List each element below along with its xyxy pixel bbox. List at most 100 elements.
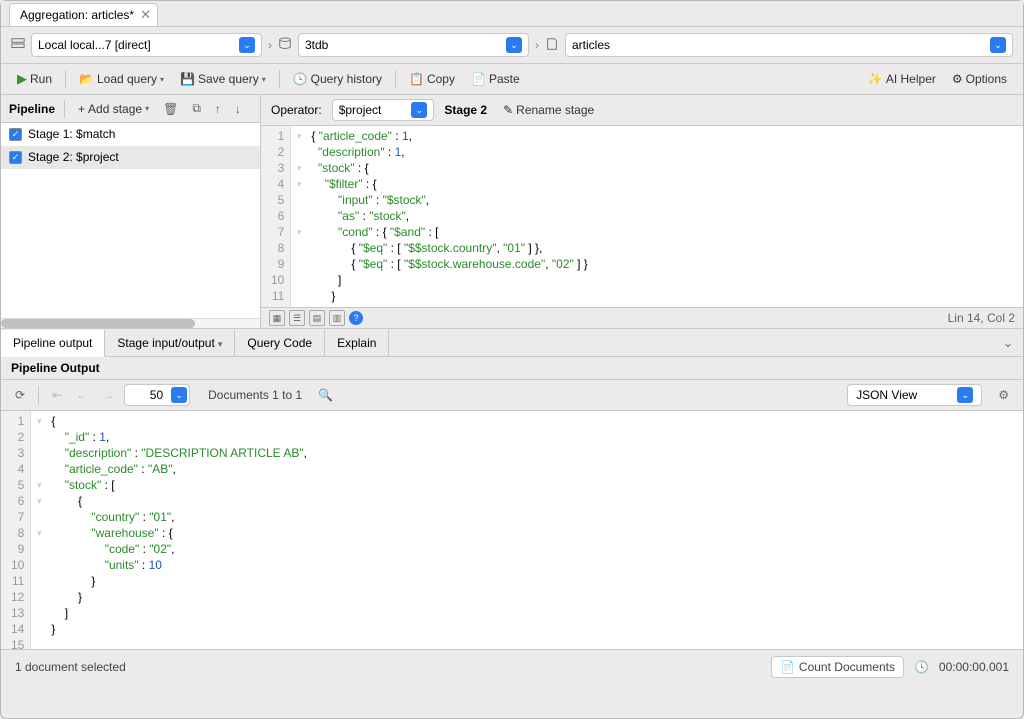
fold-column: ▾▾▾▾ <box>31 411 47 649</box>
tab-query-code[interactable]: Query Code <box>235 330 325 356</box>
view-mode-icon[interactable]: ☰ <box>289 310 305 326</box>
stage-title: Stage 2 <box>444 103 487 117</box>
fold-column: ▾▾▾▾ <box>291 126 307 307</box>
stage-editor: Operator: $project ⌄ Stage 2 ✎ Rename st… <box>261 95 1023 328</box>
execution-time: 00:00:00.001 <box>939 660 1009 674</box>
move-down-icon[interactable]: ↓ <box>231 100 245 118</box>
collapse-icon[interactable]: ⌄ <box>993 332 1023 354</box>
status-bar: 1 document selected 📄 Count Documents 🕓 … <box>1 649 1023 684</box>
stage-list: ✓ Stage 1: $match ✓ Stage 2: $project <box>1 123 260 318</box>
checkbox-icon[interactable]: ✓ <box>9 128 22 141</box>
stage-label: Stage 2: $project <box>28 150 119 164</box>
main-toolbar: ▶ Run 📂 Load query ▾ 💾 Save query ▾ 🕓 Qu… <box>1 64 1023 95</box>
next-page-icon[interactable]: → <box>98 386 118 404</box>
view-select[interactable]: JSON View ⌄ <box>847 384 982 406</box>
prev-page-icon[interactable]: ← <box>72 386 92 404</box>
connection-label: Local local...7 [direct] <box>38 38 151 52</box>
main-split: Pipeline + Add stage ▾ 🗑 ⧉ ↑ ↓ ✓ Stage 1… <box>1 95 1023 329</box>
checkbox-icon[interactable]: ✓ <box>9 151 22 164</box>
breadcrumb: Local local...7 [direct] ⌄ › 3tdb ⌄ › ar… <box>1 27 1023 64</box>
output-toolbar: ⟳ ⇤ ← → ⌄ Documents 1 to 1 🔍 JSON View ⌄… <box>1 380 1023 411</box>
view-mode-icon[interactable]: ▤ <box>309 310 325 326</box>
tab-explain[interactable]: Explain <box>325 330 389 356</box>
ai-helper-button[interactable]: ✨ AI Helper <box>862 69 942 89</box>
options-button[interactable]: ⚙ Options <box>946 69 1013 89</box>
view-mode-icon[interactable]: ▦ <box>269 310 285 326</box>
stage-item[interactable]: ✓ Stage 2: $project <box>1 146 260 169</box>
folder-icon: 📂 <box>79 72 94 86</box>
chevron-down-icon[interactable]: ⌄ <box>171 387 187 403</box>
add-stage-button[interactable]: + Add stage ▾ <box>74 100 153 118</box>
stage-item[interactable]: ✓ Stage 1: $match <box>1 123 260 146</box>
operator-label: Operator: <box>271 103 322 117</box>
output-viewer[interactable]: 123456789101112131415 ▾▾▾▾ { "_id" : 1, … <box>1 411 1023 649</box>
operator-select[interactable]: $project ⌄ <box>332 99 435 121</box>
line-gutter: 123456789101112131415 <box>1 411 31 649</box>
chevron-down-icon[interactable]: ⌄ <box>990 37 1006 53</box>
settings-icon[interactable]: ⚙ <box>994 386 1013 404</box>
page-size-input[interactable] <box>125 386 169 404</box>
chevron-down-icon[interactable]: ⌄ <box>239 37 255 53</box>
run-button[interactable]: ▶ Run <box>11 68 58 90</box>
save-query-button[interactable]: 💾 Save query ▾ <box>174 69 272 89</box>
search-icon[interactable]: 🔍 <box>314 386 337 404</box>
move-up-icon[interactable]: ↑ <box>211 100 225 118</box>
copy-button[interactable]: 📋 Copy <box>403 69 461 89</box>
collection-icon <box>545 37 559 54</box>
code-content[interactable]: { "article_code" : 1, "description" : 1,… <box>307 126 591 307</box>
document-range: Documents 1 to 1 <box>208 388 302 402</box>
copy-icon: 📋 <box>409 72 424 86</box>
database-icon <box>278 37 292 54</box>
pipeline-panel: Pipeline + Add stage ▾ 🗑 ⧉ ↑ ↓ ✓ Stage 1… <box>1 95 261 328</box>
editor-header: Operator: $project ⌄ Stage 2 ✎ Rename st… <box>261 95 1023 126</box>
tab-title: Aggregation: articles* <box>20 8 134 22</box>
duplicate-icon[interactable]: ⧉ <box>188 99 205 118</box>
line-gutter: 1234567891011121314 <box>261 126 291 307</box>
history-icon: 🕓 <box>293 72 308 86</box>
ai-icon: ✨ <box>868 72 883 86</box>
output-content: { "_id" : 1, "description" : "DESCRIPTIO… <box>47 411 311 649</box>
stage-label: Stage 1: $match <box>28 127 115 141</box>
first-page-icon[interactable]: ⇤ <box>48 386 66 404</box>
status-selected: 1 document selected <box>15 660 126 674</box>
cursor-position: Lin 14, Col 2 <box>948 311 1015 325</box>
breadcrumb-sep: › <box>268 38 272 52</box>
connection-field[interactable]: Local local...7 [direct] ⌄ <box>31 33 262 57</box>
paste-icon: 📄 <box>471 72 486 86</box>
load-query-button[interactable]: 📂 Load query ▾ <box>73 69 170 89</box>
chevron-down-icon[interactable]: ⌄ <box>411 102 427 118</box>
pipeline-header: Pipeline + Add stage ▾ 🗑 ⧉ ↑ ↓ <box>1 95 260 123</box>
gear-icon: ⚙ <box>952 72 963 86</box>
close-icon[interactable]: ✕ <box>140 7 151 23</box>
stage-code-editor[interactable]: 1234567891011121314 ▾▾▾▾ { "article_code… <box>261 126 1023 307</box>
count-documents-button[interactable]: 📄 Count Documents <box>771 656 904 678</box>
editor-footer: ▦ ☰ ▤ ▥ ? Lin 14, Col 2 <box>261 307 1023 328</box>
clock-icon: 🕓 <box>914 660 929 674</box>
chevron-down-icon[interactable]: ⌄ <box>957 387 973 403</box>
refresh-icon[interactable]: ⟳ <box>11 386 29 404</box>
help-icon[interactable]: ? <box>349 311 363 325</box>
tab-pipeline-output[interactable]: Pipeline output <box>1 330 105 357</box>
save-icon: 💾 <box>180 72 195 86</box>
chevron-down-icon[interactable]: ⌄ <box>506 37 522 53</box>
document-icon: 📄 <box>780 660 795 674</box>
tab-stage-io[interactable]: Stage input/output▾ <box>105 330 235 356</box>
document-tab[interactable]: Aggregation: articles* ✕ <box>9 3 158 26</box>
output-title: Pipeline Output <box>1 357 1023 380</box>
rename-stage-button[interactable]: ✎ Rename stage <box>497 100 600 120</box>
query-history-button[interactable]: 🕓 Query history <box>287 69 388 89</box>
database-label: 3tdb <box>305 38 328 52</box>
breadcrumb-sep: › <box>535 38 539 52</box>
paste-button[interactable]: 📄 Paste <box>465 69 526 89</box>
pipeline-title: Pipeline <box>9 102 55 116</box>
horizontal-scrollbar[interactable] <box>1 318 260 328</box>
database-field[interactable]: 3tdb ⌄ <box>298 33 529 57</box>
chevron-down-icon: ▾ <box>218 339 223 349</box>
server-icon <box>11 37 25 54</box>
pencil-icon: ✎ <box>503 103 513 117</box>
plus-icon: + <box>78 102 85 116</box>
view-mode-icon[interactable]: ▥ <box>329 310 345 326</box>
delete-icon[interactable]: 🗑 <box>159 100 182 118</box>
output-tabs: Pipeline output Stage input/output▾ Quer… <box>1 329 1023 357</box>
collection-field[interactable]: articles ⌄ <box>565 33 1013 57</box>
